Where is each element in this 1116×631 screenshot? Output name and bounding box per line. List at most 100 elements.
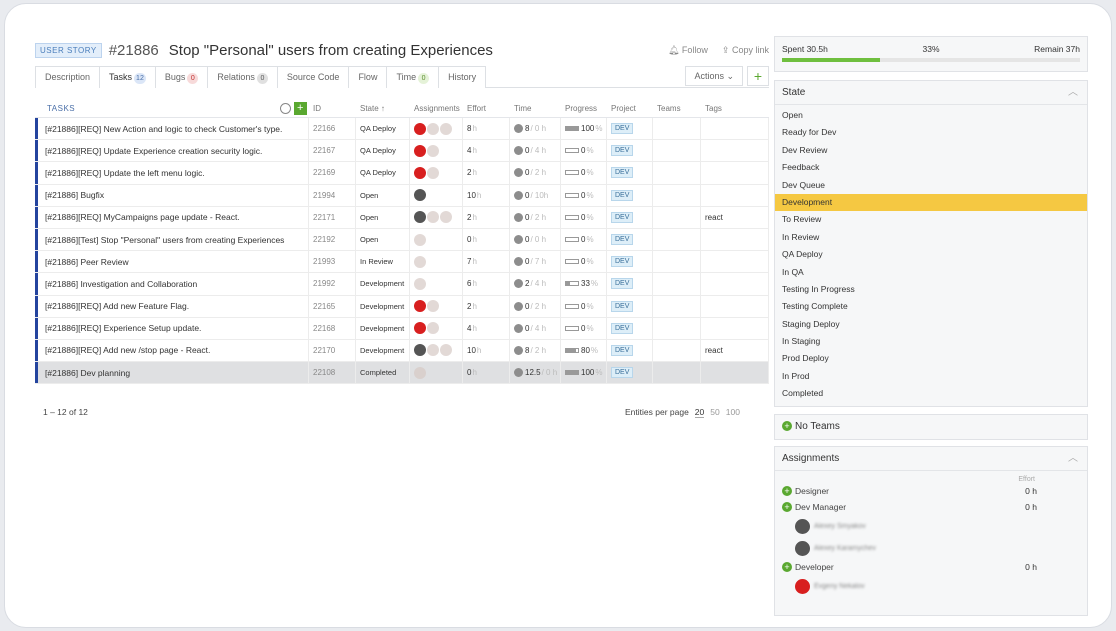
state-option-open[interactable]: Open xyxy=(775,107,1087,124)
column-header-tags[interactable]: Tags xyxy=(701,104,769,113)
task-tags[interactable] xyxy=(701,184,769,206)
task-assignments[interactable] xyxy=(410,362,463,384)
task-assignments[interactable] xyxy=(410,273,463,295)
task-effort[interactable]: 0h xyxy=(463,362,510,384)
task-time[interactable]: 0/ 7 h xyxy=(510,251,561,273)
state-option-in-review[interactable]: In Review xyxy=(775,229,1087,246)
tab-relations[interactable]: Relations 0 xyxy=(207,66,278,88)
column-header-assignments[interactable]: Assignments xyxy=(410,104,463,113)
story-title[interactable]: Stop "Personal" users from creating Expe… xyxy=(169,42,493,59)
task-time[interactable]: 0/ 4 h xyxy=(510,317,561,339)
task-id[interactable]: 21994 xyxy=(309,184,356,206)
task-time[interactable]: 0/ 4 h xyxy=(510,140,561,162)
table-row[interactable]: [#21886][REQ] New Action and logic to ch… xyxy=(35,118,769,141)
state-option-prod-deploy[interactable]: Prod Deploy xyxy=(775,350,1087,367)
task-id[interactable]: 21992 xyxy=(309,273,356,295)
task-tags[interactable]: react xyxy=(701,206,769,228)
task-time[interactable]: 0/ 0 h xyxy=(510,228,561,251)
task-project[interactable]: DEV xyxy=(607,118,653,140)
table-row[interactable]: [#21886] Peer Review 21993 In Review 7 h 0/ 7… xyxy=(35,251,769,274)
task-teams[interactable] xyxy=(653,206,701,228)
add-assignee-icon[interactable]: + xyxy=(782,562,792,572)
task-state[interactable]: Development xyxy=(356,273,410,295)
no-teams-header[interactable]: + No Teams xyxy=(775,415,1087,439)
task-id[interactable]: 22192 xyxy=(309,228,356,251)
task-teams[interactable] xyxy=(653,228,701,251)
role-effort[interactable]: 0 h xyxy=(1025,562,1037,572)
task-name[interactable]: [#21886] Bugfix xyxy=(35,184,309,206)
task-project[interactable]: DEV xyxy=(607,273,653,295)
column-header-progress[interactable]: Progress xyxy=(561,104,607,113)
task-name[interactable]: [#21886] Peer Review xyxy=(35,251,309,273)
task-teams[interactable] xyxy=(653,317,701,339)
assignee[interactable]: Alexey Karamychev xyxy=(775,537,1087,559)
task-project[interactable]: DEV xyxy=(607,228,653,251)
state-option-to-review[interactable]: To Review xyxy=(775,211,1087,228)
table-row[interactable]: [#21886][REQ] Update Experience creation… xyxy=(35,140,769,163)
per-page-option[interactable]: 20 xyxy=(694,407,705,418)
task-project[interactable]: DEV xyxy=(607,317,653,339)
task-time[interactable]: 8/ 0 h xyxy=(510,118,561,140)
task-name[interactable]: [#21886] Investigation and Collaboration xyxy=(35,273,309,295)
column-header-project[interactable]: Project xyxy=(607,104,653,113)
task-assignments[interactable] xyxy=(410,162,463,184)
task-time[interactable]: 2/ 4 h xyxy=(510,273,561,295)
task-id[interactable]: 22108 xyxy=(309,362,356,384)
task-name[interactable]: [#21886][REQ] Update the left menu logic… xyxy=(35,162,309,184)
task-name[interactable]: [#21886][REQ] New Action and logic to ch… xyxy=(35,118,309,140)
chevron-up-icon[interactable]: ︿ xyxy=(1068,81,1078,105)
task-time[interactable]: 0/ 2 h xyxy=(510,295,561,317)
task-effort[interactable]: 2h xyxy=(463,206,510,228)
task-id[interactable]: 22167 xyxy=(309,140,356,162)
task-time[interactable]: 12.5/ 0 h xyxy=(510,362,561,384)
state-option-completed[interactable]: Completed xyxy=(775,385,1087,402)
tab-bugs[interactable]: Bugs 0 xyxy=(154,66,209,88)
task-tags[interactable]: react xyxy=(701,339,769,362)
tab-history[interactable]: History xyxy=(438,66,487,88)
task-state[interactable]: Open xyxy=(356,184,410,206)
task-state[interactable]: Development xyxy=(356,295,410,317)
task-tags[interactable] xyxy=(701,118,769,140)
table-row[interactable]: [#21886][Test] Stop "Personal" users fro… xyxy=(35,228,769,252)
task-name[interactable]: [#21886] Dev planning xyxy=(35,362,309,384)
task-assignments[interactable] xyxy=(410,140,463,162)
task-effort[interactable]: 8h xyxy=(463,118,510,140)
state-panel-header[interactable]: State ︿ xyxy=(775,81,1087,105)
task-state[interactable]: Open xyxy=(356,206,410,228)
task-effort[interactable]: 7h xyxy=(463,251,510,273)
assignee[interactable]: Evgeny Nekalov xyxy=(775,575,1087,597)
table-row[interactable]: [#21886] Bugfix 21994 Open 10 h 0/ 10h 0% DEV xyxy=(35,184,769,207)
task-tags[interactable] xyxy=(701,295,769,317)
task-project[interactable]: DEV xyxy=(607,295,653,317)
task-teams[interactable] xyxy=(653,162,701,184)
task-id[interactable]: 22166 xyxy=(309,118,356,140)
role-effort[interactable]: 0 h xyxy=(1025,502,1037,512)
task-time[interactable]: 0/ 10h xyxy=(510,184,561,206)
table-row[interactable]: [#21886][REQ] Add new /stop page - React… xyxy=(35,339,769,363)
search-icon[interactable] xyxy=(280,102,291,114)
state-option-staging-deploy[interactable]: Staging Deploy xyxy=(775,316,1087,333)
role-effort[interactable]: 0 h xyxy=(1025,486,1037,496)
task-assignments[interactable] xyxy=(410,184,463,206)
column-header-id[interactable]: ID xyxy=(309,104,356,113)
task-project[interactable]: DEV xyxy=(607,251,653,273)
task-project[interactable]: DEV xyxy=(607,339,653,362)
per-page-option[interactable]: 50 xyxy=(710,407,719,418)
task-project[interactable]: DEV xyxy=(607,162,653,184)
state-option-testing-in-progress[interactable]: Testing In Progress xyxy=(775,281,1087,298)
tab-source-code[interactable]: Source Code xyxy=(276,66,350,88)
task-project[interactable]: DEV xyxy=(607,362,653,384)
task-state[interactable]: QA Deploy xyxy=(356,118,410,140)
state-option-qa-deploy[interactable]: QA Deploy xyxy=(775,246,1087,263)
task-tags[interactable] xyxy=(701,362,769,384)
task-teams[interactable] xyxy=(653,251,701,273)
state-option-in-staging[interactable]: In Staging xyxy=(775,333,1087,350)
task-effort[interactable]: 2h xyxy=(463,295,510,317)
task-tags[interactable] xyxy=(701,228,769,251)
add-assignee-icon[interactable]: + xyxy=(782,502,792,512)
task-state[interactable]: QA Deploy xyxy=(356,162,410,184)
assignee[interactable]: Alexey Smyakov xyxy=(775,515,1087,537)
task-assignments[interactable] xyxy=(410,251,463,273)
copy-link-button[interactable]: ⇪ Copy link xyxy=(722,45,769,56)
state-option-dev-review[interactable]: Dev Review xyxy=(775,142,1087,159)
